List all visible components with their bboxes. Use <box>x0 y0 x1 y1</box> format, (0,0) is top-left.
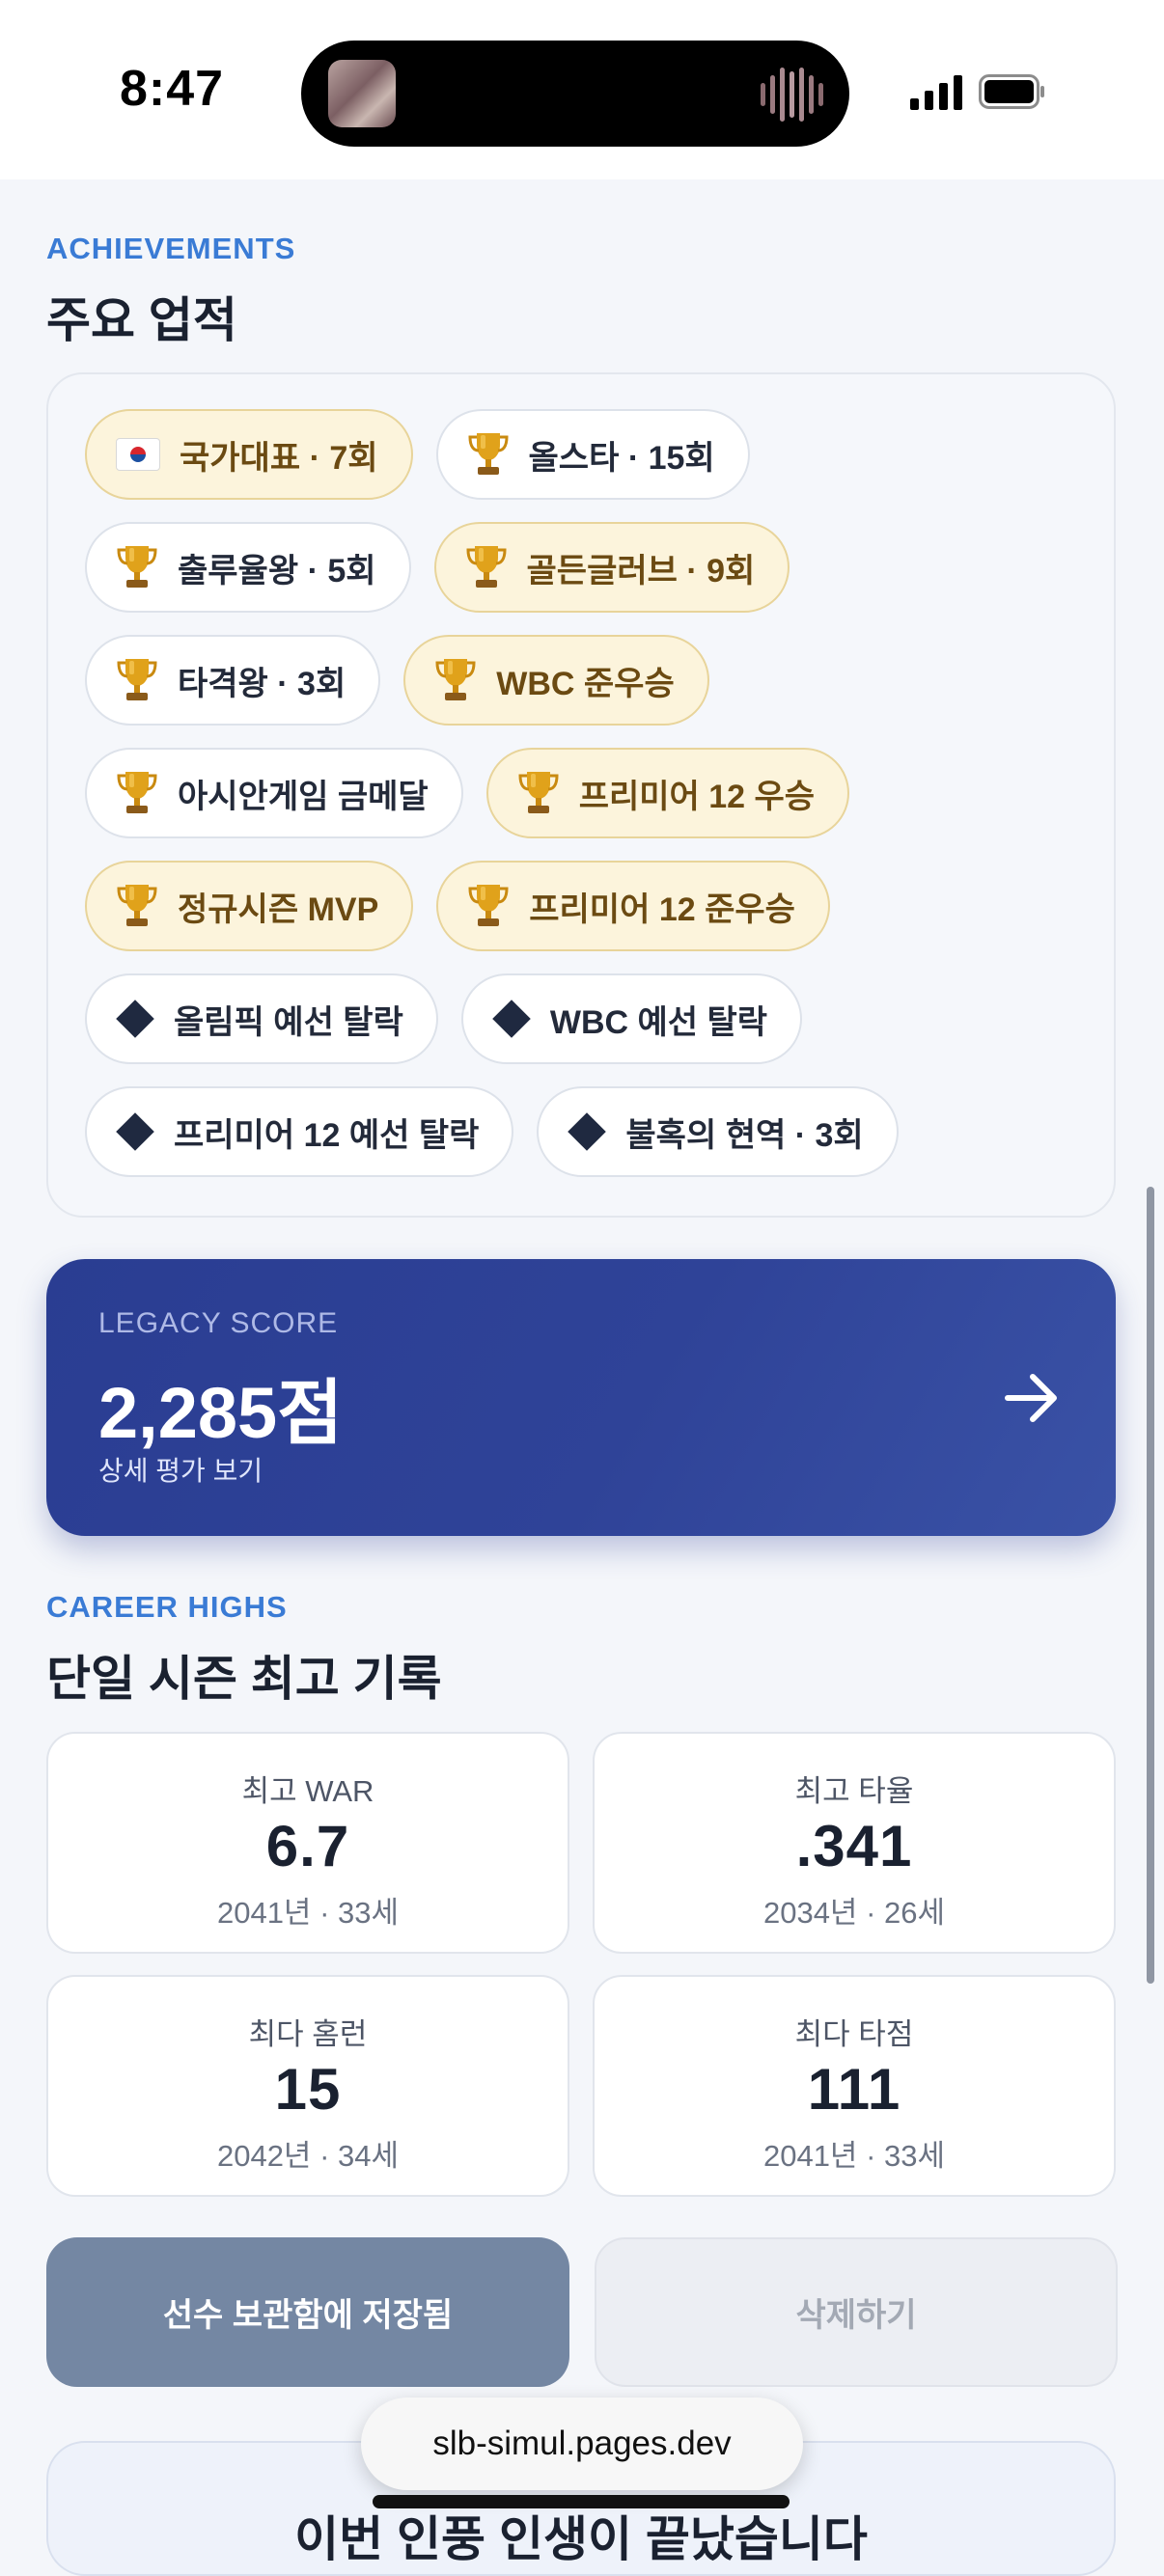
achievement-chip[interactable]: 아시안게임 금메달 <box>85 748 463 838</box>
career-highs-title: 단일 시즌 최고 기록 <box>46 1652 442 1706</box>
bottom-card-title: 이번 인풍 인생이 끝났습니다 <box>294 2512 868 2566</box>
achievement-label: 프리미어 12 준우승 <box>529 891 795 928</box>
achievements-title: 주요 업적 <box>46 293 237 347</box>
achievement-label: 올스타 · 15회 <box>528 439 715 477</box>
diamond-icon <box>116 1112 154 1151</box>
achievements-card: 국가대표 · 7회 올스타 · 15회출루율왕 · 5회 골든글러브 · 9회타격왕… <box>46 372 1116 1218</box>
trophy-icon <box>116 655 158 705</box>
stat-value: 15 <box>274 2057 342 2122</box>
achievement-label: 국가대표 · 7회 <box>180 439 378 477</box>
achievement-chip[interactable]: WBC 예선 탈락 <box>460 973 803 1064</box>
trophy-icon <box>434 655 477 705</box>
achievement-row: 정규시즌 MVP 프리미어 12 준우승 <box>85 861 1089 951</box>
achievement-chip[interactable]: 국가대표 · 7회 <box>85 409 413 500</box>
achievement-label: 출루율왕 · 5회 <box>178 552 376 589</box>
trophy-icon <box>116 542 158 592</box>
trophy-icon <box>467 881 510 931</box>
stat-value: 6.7 <box>265 1814 350 1878</box>
achievement-chip[interactable]: 프리미어 12 예선 탈락 <box>85 1086 514 1177</box>
status-time: 8:47 <box>120 61 225 117</box>
achievement-label: WBC 준우승 <box>496 665 675 702</box>
achievement-label: 골든글러브 · 9회 <box>526 552 756 589</box>
cellular-signal-icon <box>910 75 962 110</box>
dynamic-island[interactable] <box>301 41 849 147</box>
scrollbar[interactable] <box>1147 1187 1154 1984</box>
career-highs-eyebrow: CAREER HIGHS <box>46 1590 288 1624</box>
achievement-label: 정규시즌 MVP <box>178 891 379 928</box>
achievement-chip[interactable]: WBC 준우승 <box>403 635 709 726</box>
diamond-icon <box>492 1000 531 1038</box>
stat-season: 2041년 · 33세 <box>216 1896 400 1930</box>
achievements-eyebrow: ACHIEVEMENTS <box>46 232 296 265</box>
achievement-label: 불혹의 현역 · 3회 <box>625 1116 864 1154</box>
stat-card-hr: 최다 홈런 15 2042년 · 34세 <box>46 1975 569 2197</box>
achievement-label: 아시안게임 금메달 <box>178 778 429 815</box>
browser-url-pill[interactable]: slb-simul.pages.dev <box>361 2398 803 2490</box>
achievement-chips: 국가대표 · 7회 올스타 · 15회출루율왕 · 5회 골든글러브 · 9회타격왕… <box>85 409 1089 1199</box>
stat-label: 최다 홈런 <box>248 2017 368 2051</box>
achievement-chip[interactable]: 출루율왕 · 5회 <box>85 522 411 613</box>
achievement-row: 국가대표 · 7회 올스타 · 15회 <box>85 409 1089 500</box>
legacy-score-card[interactable]: LEGACY SCORE 2,285점 상세 평가 보기 <box>46 1259 1116 1536</box>
status-bar: 8:47 <box>0 0 1164 179</box>
achievement-label: 프리미어 12 예선 탈락 <box>174 1116 480 1154</box>
trophy-icon <box>116 768 158 818</box>
stat-label: 최고 WAR <box>241 1774 374 1808</box>
arrow-right-icon[interactable] <box>1004 1371 1062 1425</box>
achievement-chip[interactable]: 올림픽 예선 탈락 <box>85 973 438 1064</box>
now-playing-artwork <box>328 60 396 127</box>
achievement-row: 아시안게임 금메달 프리미어 12 우승 <box>85 748 1089 838</box>
achievement-row: 출루율왕 · 5회 골든글러브 · 9회 <box>85 522 1089 613</box>
flag-icon <box>116 438 160 471</box>
stat-card-war: 최고 WAR 6.7 2041년 · 33세 <box>46 1732 569 1954</box>
stat-value: .341 <box>795 1814 913 1878</box>
stat-value: 111 <box>807 2057 901 2122</box>
legacy-score-value: 2,285점 <box>98 1373 344 1453</box>
delete-button[interactable]: 삭제하기 <box>595 2237 1118 2387</box>
stat-label: 최고 타율 <box>794 1774 914 1808</box>
achievement-chip[interactable]: 불혹의 현역 · 3회 <box>537 1086 899 1177</box>
battery-icon <box>979 74 1044 109</box>
saved-to-locker-button[interactable]: 선수 보관함에 저장됨 <box>46 2237 569 2387</box>
trophy-icon <box>517 768 560 818</box>
stat-card-rbi: 최다 타점 111 2041년 · 33세 <box>593 1975 1116 2197</box>
stat-season: 2041년 · 33세 <box>762 2139 946 2173</box>
achievement-label: WBC 예선 탈락 <box>549 1003 768 1041</box>
achievement-chip[interactable]: 타격왕 · 3회 <box>85 635 381 726</box>
stat-label: 최다 타점 <box>794 2017 914 2051</box>
trophy-icon <box>116 881 158 931</box>
stat-season: 2042년 · 34세 <box>216 2139 400 2173</box>
achievement-label: 올림픽 예선 탈락 <box>174 1003 403 1041</box>
achievement-row: 올림픽 예선 탈락 WBC 예선 탈락 <box>85 973 1089 1064</box>
achievement-row: 프리미어 12 예선 탈락 불혹의 현역 · 3회 <box>85 1086 1089 1177</box>
trophy-icon <box>467 429 510 480</box>
diamond-icon <box>568 1112 607 1151</box>
diamond-icon <box>116 1000 154 1038</box>
home-indicator[interactable] <box>373 2495 790 2508</box>
achievement-chip[interactable]: 골든글러브 · 9회 <box>433 522 790 613</box>
achievement-chip[interactable]: 프리미어 12 우승 <box>485 748 850 838</box>
audio-waveform-icon <box>761 68 823 122</box>
achievement-label: 프리미어 12 우승 <box>578 778 816 815</box>
achievement-label: 타격왕 · 3회 <box>178 665 346 702</box>
stat-season: 2034년 · 26세 <box>762 1896 946 1930</box>
achievement-chip[interactable]: 올스타 · 15회 <box>435 409 750 500</box>
achievement-chip[interactable]: 프리미어 12 준우승 <box>436 861 830 951</box>
achievement-row: 타격왕 · 3회 WBC 준우승 <box>85 635 1089 726</box>
legacy-detail-link[interactable]: 상세 평가 보기 <box>98 1450 263 1489</box>
trophy-icon <box>465 542 508 592</box>
legacy-eyebrow: LEGACY SCORE <box>98 1307 339 1339</box>
achievement-chip[interactable]: 정규시즌 MVP <box>85 861 414 951</box>
stat-card-avg: 최고 타율 .341 2034년 · 26세 <box>593 1732 1116 1954</box>
